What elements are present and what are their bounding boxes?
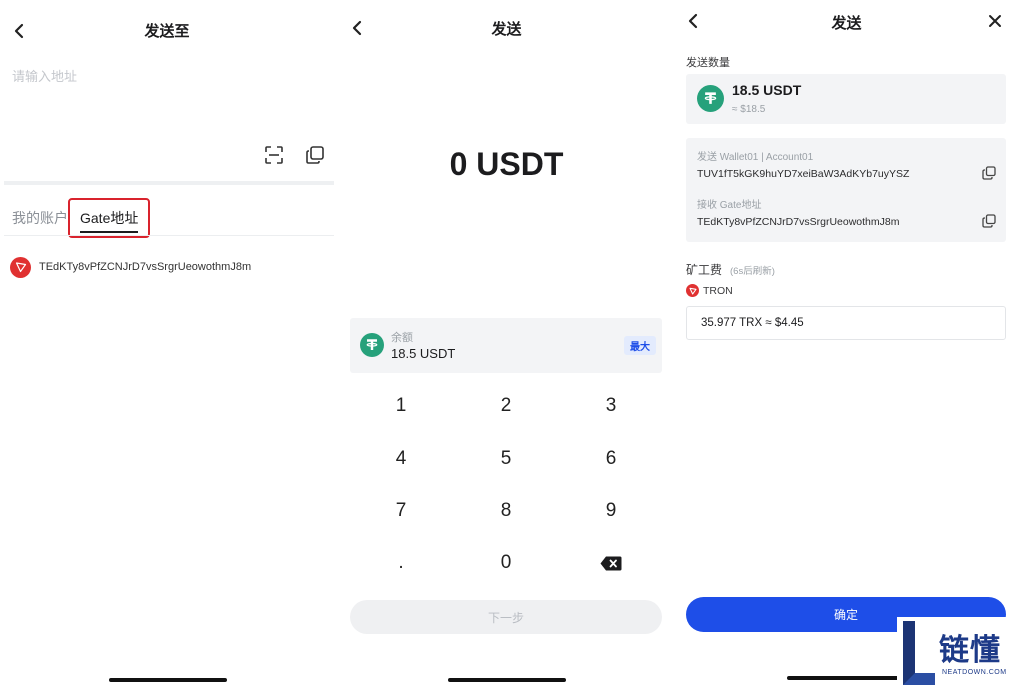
logo-l-icon [903,621,935,685]
keypad-key-7[interactable]: 7 [346,485,456,537]
fee-refresh-text: (6s后刷新) [730,266,775,277]
next-button[interactable]: 下一步 [350,600,662,634]
network-row: TRON [686,284,733,297]
amount-card: 18.5 USDT ≈ $18.5 [686,74,1006,124]
saved-address-text: TEdKTy8vPfZCNJrD7vsSrgrUeowothmJ8m [39,261,252,273]
copy-icon[interactable] [982,214,998,230]
page-title: 发送至 [144,23,190,40]
max-button[interactable]: 最大 [624,336,656,355]
watermark-logo: 链懂 NEATDOWN.COM [897,617,1015,689]
address-input[interactable]: 请输入地址 [12,66,77,85]
keypad-key-8[interactable]: 8 [451,485,561,537]
section-divider [4,181,334,185]
paste-icon[interactable] [305,145,325,165]
usdt-icon [360,333,384,357]
page-title: 发送 [831,15,862,32]
send-amount-screen: 发送 0 USDT 余额 18.5 USDT 最大 1 2 3 4 5 6 7 … [341,0,672,689]
keypad-key-0[interactable]: 0 [451,537,561,589]
keypad-key-2[interactable]: 2 [451,380,561,432]
tab-gate-address[interactable]: Gate地址 [80,208,138,228]
fee-label: 矿工费 [686,263,723,277]
backspace-icon [600,556,622,570]
tron-icon [10,256,31,278]
home-indicator [109,678,227,682]
network-name: TRON [703,284,733,297]
keypad-key-1[interactable]: 1 [346,380,456,432]
tab-active-underline [80,231,138,233]
send-to-screen: 发送至 请输入地址 我的账户 Gate地址 TEdKTy8vPfZCNJrD7v… [0,0,334,689]
keypad-key-4[interactable]: 4 [346,433,456,485]
send-confirm-screen: 发送 发送数量 18.5 USDT ≈ $18.5 发送 Wallet01 | … [678,0,1015,689]
list-item[interactable]: TEdKTy8vPfZCNJrD7vsSrgrUeowothmJ8m [10,256,310,278]
to-label: 接收 Gate地址 [697,200,762,211]
page-title: 发送 [491,21,522,38]
keypad-key-dot[interactable]: . [346,537,456,589]
backspace-key[interactable] [556,537,666,589]
watermark-subtext: NEATDOWN.COM [942,669,1007,676]
from-address: TUV1fT5kGK9huYD7xeiBaW3AdKYb7uyYSZ [697,168,910,180]
watermark-text: 链懂 [939,634,1001,667]
tab-divider [4,235,334,236]
balance-card: 余额 18.5 USDT 最大 [350,318,662,373]
home-indicator [447,678,566,682]
address-card: 发送 Wallet01 | Account01 TUV1fT5kGK9huYD7… [686,138,1006,242]
from-label: 发送 Wallet01 | Account01 [697,152,814,163]
scan-icon[interactable] [264,145,284,165]
tab-my-account[interactable]: 我的账户 [12,208,68,228]
fee-field[interactable]: 35.977 TRX ≈ $4.45 [686,306,1006,340]
keypad-key-6[interactable]: 6 [556,433,666,485]
keypad-key-3[interactable]: 3 [556,380,666,432]
balance-value: 18.5 USDT [391,346,456,361]
amount-fiat: ≈ $18.5 [732,104,766,115]
keypad-key-5[interactable]: 5 [451,433,561,485]
to-address: TEdKTy8vPfZCNJrD7vsSrgrUeowothmJ8m [697,216,900,228]
close-icon[interactable] [984,10,1006,32]
balance-label: 余额 [391,332,413,344]
send-amount-label: 发送数量 [686,57,730,69]
usdt-icon [697,85,724,112]
keypad-key-9[interactable]: 9 [556,485,666,537]
home-indicator [787,676,905,680]
amount-value: 18.5 USDT [732,82,802,98]
copy-icon[interactable] [982,166,998,182]
amount-display: 0 USDT [449,146,564,182]
fee-value: 35.977 TRX ≈ $4.45 [701,317,804,329]
tron-icon [686,284,699,297]
